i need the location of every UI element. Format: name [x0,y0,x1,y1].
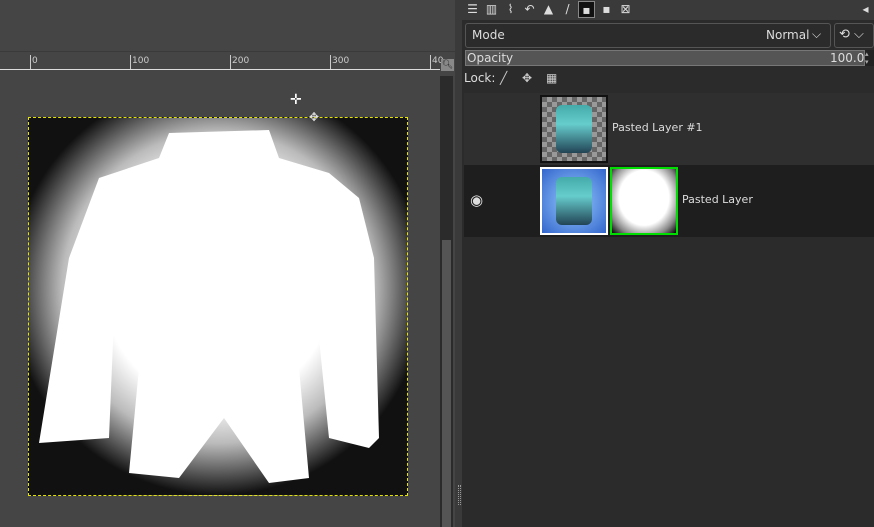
tab-menu-icon[interactable]: ◂ [857,1,874,18]
paths-icon[interactable]: ⌇ [502,1,519,18]
brushes-icon[interactable]: / [559,1,576,18]
layer-row-selected[interactable]: ◉ Pasted Layer [464,165,874,237]
layer-mask-thumbnail[interactable] [610,167,678,235]
ruler-label: 100 [132,56,150,66]
layer-thumbnail [540,167,608,235]
resize-handle[interactable] [458,485,461,505]
mode-label: Mode [472,28,505,42]
opacity-value[interactable]: 100.0 [830,51,864,65]
composite-mode-button[interactable]: ⟲ ⌵ [834,23,874,48]
zoom-icon[interactable]: 🔍︎ [441,59,454,71]
patterns-icon[interactable]: ▪ [578,1,595,18]
layer-name[interactable]: Pasted Layer #1 [612,121,703,134]
layers-icon[interactable]: ☰ [464,1,481,18]
histogram-icon[interactable]: ▲ [540,1,557,18]
dock-tabs: ☰ ▥ ⌇ ↶ ▲ / ▪ ▪ ⊠ ◂ [462,0,874,20]
pane-divider[interactable] [455,0,462,527]
move-cursor-icon: ✥ [309,110,320,124]
channels-icon[interactable]: ▥ [483,1,500,18]
layer-name[interactable]: Pasted Layer [682,193,753,206]
layer-row[interactable]: Pasted Layer #1 [464,93,874,165]
ruler-label: 200 [232,56,250,66]
layer-thumbnail [540,95,608,163]
scrollbar-thumb[interactable] [442,240,451,527]
opacity-label: Opacity [467,51,514,65]
chevron-down-icon: ⌵ [854,27,864,42]
opacity-spinner[interactable]: ▴ ▾ [865,50,874,66]
lock-position-icon[interactable]: ✥ [522,71,532,85]
lock-label: Lock: [464,71,496,85]
ruler-label: 300 [332,56,350,66]
mask-silhouette [39,130,379,483]
mode-value[interactable]: Normal [766,28,809,42]
eye-visibility-icon[interactable]: ◉ [470,191,483,209]
lock-pixels-icon[interactable]: ╱ [500,71,507,85]
crosshair-cursor-icon: ✛ [290,92,302,108]
fonts-icon[interactable]: ▪ [598,1,615,18]
opacity-slider[interactable] [465,50,865,66]
reset-icon: ⟲ [839,27,850,42]
undo-history-icon[interactable]: ↶ [521,1,538,18]
lock-alpha-icon[interactable]: ▦ [546,71,557,85]
chevron-down-icon[interactable]: ⌵ [812,27,821,42]
horizontal-ruler: 0 100 200 300 40 [0,55,443,70]
images-icon[interactable]: ⊠ [617,1,634,18]
ruler-label: 0 [32,56,38,66]
image-canvas[interactable] [28,117,408,496]
image-tab-strip [0,0,456,52]
